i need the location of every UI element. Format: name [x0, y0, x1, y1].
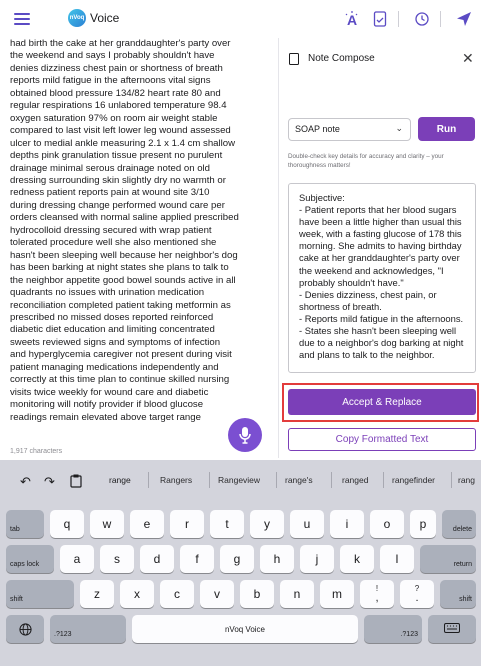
suggestion-divider: [331, 472, 332, 488]
panel-title: Note Compose: [308, 53, 375, 64]
suggestion-item[interactable]: rangefinder: [392, 475, 435, 485]
key-t[interactable]: t: [210, 510, 244, 538]
panel-divider: [278, 38, 279, 458]
copy-formatted-text-button[interactable]: Copy Formatted Text: [288, 428, 476, 451]
document-icon[interactable]: [370, 9, 390, 29]
microphone-button[interactable]: [228, 418, 262, 452]
key-o[interactable]: o: [370, 510, 404, 538]
clipboard-icon[interactable]: [70, 474, 82, 491]
key-q[interactable]: q: [50, 510, 84, 538]
key-c[interactable]: c: [160, 580, 194, 608]
note-preview[interactable]: Subjective: - Patient reports that her b…: [288, 183, 476, 373]
note-icon: [289, 53, 299, 65]
key-j[interactable]: j: [300, 545, 334, 573]
shift-key-left[interactable]: shift: [6, 580, 74, 608]
keyboard-icon: [444, 623, 460, 633]
suggestion-item[interactable]: Rangeview: [218, 475, 260, 485]
template-select-value: SOAP note: [295, 124, 340, 134]
key-p[interactable]: p: [410, 510, 436, 538]
toolbar-divider: [440, 11, 441, 27]
suggestion-divider: [276, 472, 277, 488]
key-v[interactable]: v: [200, 580, 234, 608]
suggestion-item[interactable]: range's: [285, 475, 313, 485]
suggestion-item[interactable]: range: [109, 475, 131, 485]
numbers-key-left[interactable]: .?123: [50, 615, 126, 643]
key-g[interactable]: g: [220, 545, 254, 573]
dictation-text-area[interactable]: had birth the cake at her granddaughter'…: [10, 38, 265, 424]
shift-key-right[interactable]: shift: [440, 580, 476, 608]
key-e[interactable]: e: [130, 510, 164, 538]
app-title: Voice: [90, 11, 120, 25]
key-question-period[interactable]: ? .: [400, 580, 434, 608]
key-i[interactable]: i: [330, 510, 364, 538]
magic-wand-icon[interactable]: A: [342, 9, 362, 29]
top-bar: nVoq Voice A: [0, 0, 481, 38]
suggestion-divider: [209, 472, 210, 488]
return-key[interactable]: return: [420, 545, 476, 573]
suggestion-divider: [148, 472, 149, 488]
key-w[interactable]: w: [90, 510, 124, 538]
key-f[interactable]: f: [180, 545, 214, 573]
toolbar-divider: [398, 11, 399, 27]
key-n[interactable]: n: [280, 580, 314, 608]
svg-text:A: A: [347, 12, 357, 28]
accept-replace-button[interactable]: Accept & Replace: [288, 389, 476, 415]
key-z[interactable]: z: [80, 580, 114, 608]
key-bottom-glyph: .: [415, 592, 419, 604]
key-l[interactable]: l: [380, 545, 414, 573]
tab-key[interactable]: tab: [6, 510, 44, 538]
space-bar[interactable]: nVoq Voice: [132, 615, 358, 643]
undo-icon[interactable]: ↶: [20, 474, 31, 490]
history-icon[interactable]: [412, 9, 432, 29]
numbers-key-right[interactable]: .?123: [364, 615, 422, 643]
key-u[interactable]: u: [290, 510, 324, 538]
menu-icon[interactable]: [14, 13, 30, 25]
suggestion-divider: [383, 472, 384, 488]
key-k[interactable]: k: [340, 545, 374, 573]
key-r[interactable]: r: [170, 510, 204, 538]
key-x[interactable]: x: [120, 580, 154, 608]
globe-key[interactable]: [6, 615, 44, 643]
app-root: nVoq Voice A had birth the cake at her g…: [0, 0, 481, 666]
suggestion-divider: [451, 472, 452, 488]
close-icon[interactable]: ✕: [462, 50, 474, 67]
app-logo: nVoq: [68, 9, 86, 27]
key-a[interactable]: a: [60, 545, 94, 573]
key-bottom-glyph: ,: [375, 592, 379, 604]
key-d[interactable]: d: [140, 545, 174, 573]
key-m[interactable]: m: [320, 580, 354, 608]
delete-key[interactable]: delete: [442, 510, 476, 538]
suggestion-item[interactable]: rang: [458, 475, 475, 485]
on-screen-keyboard: ↶ ↷ range Rangers Rangeview range's rang…: [0, 460, 481, 666]
character-count: 1,917 characters: [10, 448, 63, 455]
suggestion-item[interactable]: ranged: [342, 475, 368, 485]
key-h[interactable]: h: [260, 545, 294, 573]
caps-lock-key[interactable]: caps lock: [6, 545, 54, 573]
send-icon[interactable]: [454, 9, 474, 29]
key-y[interactable]: y: [250, 510, 284, 538]
run-button[interactable]: Run: [418, 117, 475, 141]
suggestion-bar: ↶ ↷ range Rangers Rangeview range's rang…: [0, 460, 481, 500]
key-s[interactable]: s: [100, 545, 134, 573]
globe-icon: [18, 622, 32, 636]
suggestion-item[interactable]: Rangers: [160, 475, 192, 485]
template-select[interactable]: SOAP note ⌄: [288, 118, 411, 141]
chevron-down-icon: ⌄: [395, 123, 403, 133]
key-b[interactable]: b: [240, 580, 274, 608]
accuracy-hint: Double-check key details for accuracy an…: [288, 153, 444, 169]
redo-icon[interactable]: ↷: [44, 474, 55, 490]
key-exclaim-comma[interactable]: ! ,: [360, 580, 394, 608]
dismiss-keyboard-key[interactable]: [428, 615, 476, 643]
microphone-icon: [239, 427, 251, 444]
